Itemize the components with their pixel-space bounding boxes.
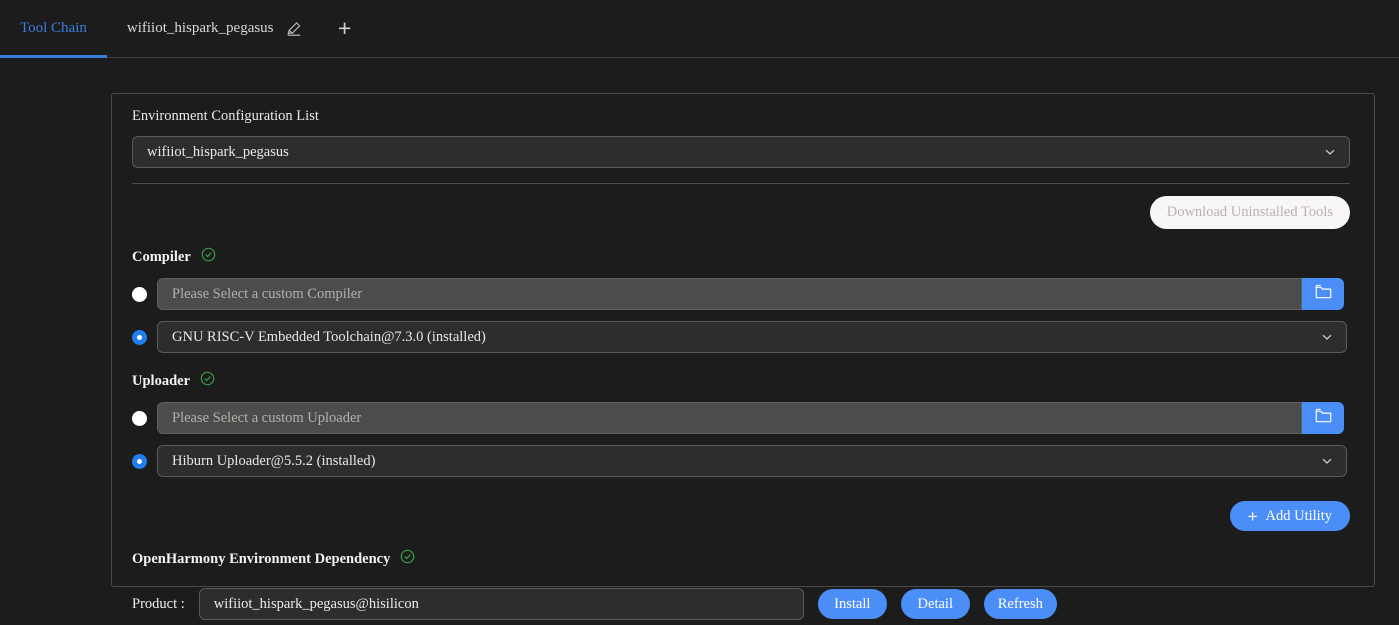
tab-wifiiot-hispark-pegasus-label: wifiiot_hispark_pegasus (127, 20, 274, 37)
add-tab-button[interactable]: + (322, 0, 368, 57)
tab-tool-chain[interactable]: Tool Chain (0, 0, 107, 57)
chevron-down-icon (1320, 330, 1334, 344)
download-tools-row: Download Uninstalled Tools (132, 196, 1350, 229)
folder-icon (1314, 406, 1333, 430)
env-config-title: Environment Configuration List (132, 108, 1354, 125)
env-config-select-value: wifiiot_hispark_pegasus (147, 144, 289, 161)
product-input[interactable]: wifiiot_hispark_pegasus@hisilicon (199, 588, 804, 620)
environment-configuration-panel: Environment Configuration List wifiiot_h… (111, 93, 1375, 587)
detail-button[interactable]: Detail (901, 589, 970, 619)
compiler-header: Compiler (132, 247, 1354, 267)
chevron-down-icon (1323, 145, 1337, 159)
tab-wifiiot-hispark-pegasus[interactable]: wifiiot_hispark_pegasus (107, 0, 322, 57)
product-label: Product : (132, 596, 185, 613)
compiler-preset-value: GNU RISC-V Embedded Toolchain@7.3.0 (ins… (172, 329, 486, 346)
tab-bar: Tool Chain wifiiot_hispark_pegasus + (0, 0, 1399, 58)
uploader-label: Uploader (132, 373, 190, 390)
check-circle-icon (201, 247, 216, 267)
add-utility-button[interactable]: + Add Utility (1230, 501, 1350, 531)
uploader-browse-button[interactable] (1302, 402, 1344, 434)
section-divider (132, 183, 1350, 184)
uploader-custom-row: Please Select a custom Uploader (132, 402, 1354, 434)
uploader-preset-select[interactable]: Hiburn Uploader@5.5.2 (installed) (157, 445, 1347, 477)
uploader-preset-radio[interactable] (132, 454, 147, 469)
compiler-preset-select[interactable]: GNU RISC-V Embedded Toolchain@7.3.0 (ins… (157, 321, 1347, 353)
plus-icon: + (338, 15, 351, 42)
chevron-down-icon (1320, 454, 1334, 468)
install-button[interactable]: Install (818, 589, 887, 619)
compiler-custom-radio[interactable] (132, 287, 147, 302)
compiler-preset-radio[interactable] (132, 330, 147, 345)
download-uninstalled-tools-button[interactable]: Download Uninstalled Tools (1150, 196, 1350, 229)
env-config-select[interactable]: wifiiot_hispark_pegasus (132, 136, 1350, 168)
uploader-custom-input[interactable]: Please Select a custom Uploader (157, 402, 1302, 434)
tab-tool-chain-label: Tool Chain (20, 20, 87, 37)
compiler-label: Compiler (132, 249, 191, 266)
compiler-browse-button[interactable] (1302, 278, 1344, 310)
check-circle-icon (200, 371, 215, 391)
uploader-custom-radio[interactable] (132, 411, 147, 426)
check-circle-icon (400, 549, 415, 569)
uploader-preset-row: Hiburn Uploader@5.5.2 (installed) (132, 445, 1354, 477)
add-utility-row: + Add Utility (132, 501, 1350, 531)
plus-icon: + (1248, 508, 1258, 525)
compiler-custom-input[interactable]: Please Select a custom Compiler (157, 278, 1302, 310)
uploader-header: Uploader (132, 371, 1354, 391)
pencil-edit-icon[interactable] (286, 21, 302, 37)
refresh-button[interactable]: Refresh (984, 589, 1057, 619)
add-utility-label: Add Utility (1266, 508, 1332, 525)
product-row: Product : wifiiot_hispark_pegasus@hisili… (132, 588, 1354, 620)
dependency-label: OpenHarmony Environment Dependency (132, 551, 390, 568)
compiler-custom-row: Please Select a custom Compiler (132, 278, 1354, 310)
dependency-header: OpenHarmony Environment Dependency (132, 549, 1354, 569)
uploader-preset-value: Hiburn Uploader@5.5.2 (installed) (172, 453, 375, 470)
folder-icon (1314, 282, 1333, 306)
compiler-preset-row: GNU RISC-V Embedded Toolchain@7.3.0 (ins… (132, 321, 1354, 353)
